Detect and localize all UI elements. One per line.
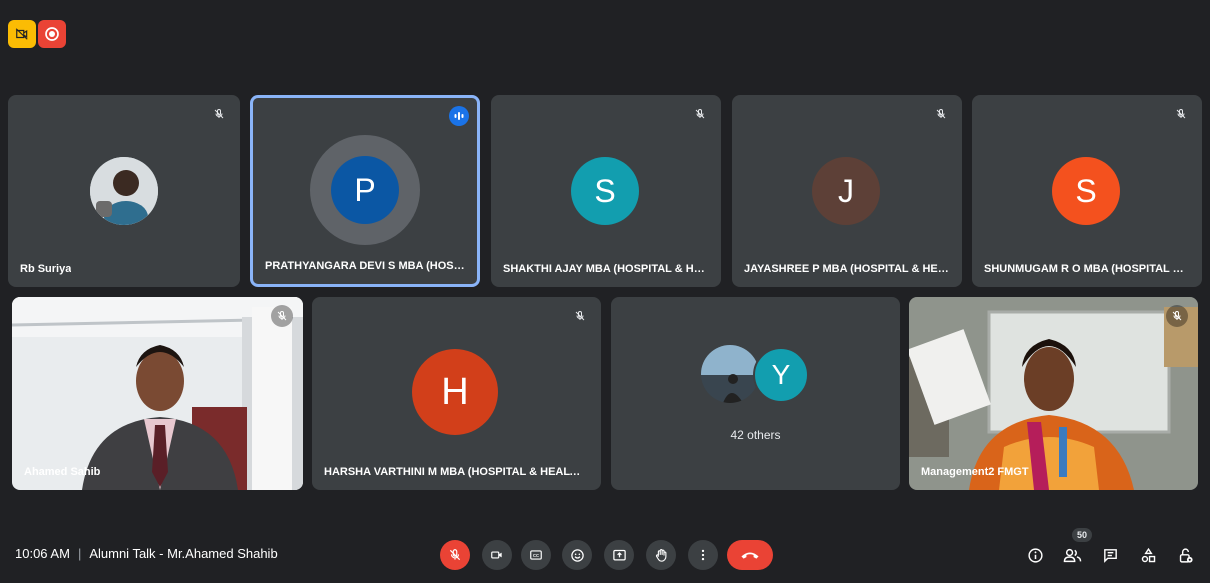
mic-toggle-button[interactable] xyxy=(440,540,470,570)
participant-tile-prathyangara[interactable]: P PRATHYANGARA DEVI S MBA (HOSPI... xyxy=(250,95,480,287)
end-call-icon xyxy=(741,552,759,559)
bottom-toolbar: 10:06 AM | Alumni Talk - Mr.Ahamed Shahib … xyxy=(0,520,1210,583)
participant-tile-management[interactable]: Management2 FMGT xyxy=(909,297,1198,490)
participant-name: SHUNMUGAM R O MBA (HOSPITAL & ... xyxy=(984,263,1191,275)
muted-icon xyxy=(208,103,230,125)
participant-name: SHAKTHI AJAY MBA (HOSPITAL & HE... xyxy=(503,263,710,275)
speaking-indicator xyxy=(449,106,469,126)
reactions-button[interactable] xyxy=(562,540,592,570)
host-controls-icon xyxy=(1179,547,1193,563)
avatar-j: J xyxy=(812,157,880,225)
audio-level-icon xyxy=(454,112,464,120)
record-icon xyxy=(45,27,59,41)
avatar-photo-small xyxy=(701,345,759,403)
meeting-info-button[interactable] xyxy=(1022,542,1048,568)
recording-indicator xyxy=(38,20,66,48)
participant-name: JAYASHREE P MBA (HOSPITAL & HEA... xyxy=(744,263,951,275)
participant-name: Ahamed Sahib xyxy=(24,466,101,478)
meeting-details: 10:06 AM | Alumni Talk - Mr.Ahamed Shahib xyxy=(15,546,278,561)
participant-tile-jayashree[interactable]: J JAYASHREE P MBA (HOSPITAL & HEA... xyxy=(732,95,962,287)
activities-button[interactable] xyxy=(1135,542,1161,568)
present-button[interactable] xyxy=(604,540,634,570)
video-feed xyxy=(12,297,303,490)
mic-off-icon xyxy=(449,549,461,561)
others-tile[interactable]: Y 42 others xyxy=(611,297,900,490)
participant-name: PRATHYANGARA DEVI S MBA (HOSPI... xyxy=(265,260,467,272)
emoji-icon xyxy=(570,548,584,562)
avatar-photo xyxy=(90,157,158,225)
meeting-title: Alumni Talk - Mr.Ahamed Shahib xyxy=(89,546,278,561)
participant-tile-shunmugam[interactable]: S SHUNMUGAM R O MBA (HOSPITAL & ... xyxy=(972,95,1202,287)
more-options-button[interactable] xyxy=(688,540,718,570)
chat-icon xyxy=(1103,548,1117,563)
avatar-p: P xyxy=(331,156,399,224)
separator: | xyxy=(77,546,82,561)
camera-toggle-button[interactable] xyxy=(482,540,512,570)
present-icon xyxy=(612,549,626,560)
muted-icon xyxy=(271,305,293,327)
muted-icon xyxy=(930,103,952,125)
video-feed xyxy=(909,297,1198,490)
meeting-time: 10:06 AM xyxy=(15,546,70,561)
svg-text:CC: CC xyxy=(533,553,539,558)
muted-icon xyxy=(689,103,711,125)
avatar-s: S xyxy=(571,157,639,225)
others-count: 42 others xyxy=(730,428,781,442)
raise-hand-button[interactable] xyxy=(646,540,676,570)
more-icon xyxy=(701,549,705,561)
muted-icon xyxy=(569,305,591,327)
participant-name: Management2 FMGT xyxy=(921,466,1029,478)
leave-call-button[interactable] xyxy=(727,540,773,570)
captions-button[interactable]: CC xyxy=(521,540,551,570)
participant-tile-harsha[interactable]: H HARSHA VARTHINI M MBA (HOSPITAL & HEAL… xyxy=(312,297,601,490)
muted-icon xyxy=(1166,305,1188,327)
avatar-y: Y xyxy=(753,347,809,403)
people-count-badge: 50 xyxy=(1072,528,1093,542)
participant-name: HARSHA VARTHINI M MBA (HOSPITAL & HEALTH… xyxy=(324,466,585,478)
participant-name: Rb Suriya xyxy=(20,263,72,275)
participant-tile-ahamed-sahib[interactable]: Ahamed Sahib xyxy=(12,297,303,490)
participant-tile-rb-suriya[interactable]: Rb Suriya xyxy=(8,95,240,287)
camera-icon xyxy=(491,551,502,559)
host-controls-button[interactable] xyxy=(1172,542,1198,568)
participant-tile-shakthi[interactable]: S SHAKTHI AJAY MBA (HOSPITAL & HE... xyxy=(491,95,721,287)
raise-hand-icon xyxy=(655,548,666,562)
camera-off-indicator xyxy=(8,20,36,48)
muted-icon xyxy=(1170,103,1192,125)
activities-icon xyxy=(1141,547,1155,562)
chat-button[interactable] xyxy=(1097,542,1123,568)
camera-off-icon xyxy=(15,28,28,40)
avatar-s: S xyxy=(1052,157,1120,225)
captions-icon: CC xyxy=(530,550,542,560)
avatar-h: H xyxy=(412,349,498,435)
info-icon xyxy=(1027,547,1043,563)
people-button[interactable] xyxy=(1059,542,1085,568)
people-icon xyxy=(1063,548,1081,562)
